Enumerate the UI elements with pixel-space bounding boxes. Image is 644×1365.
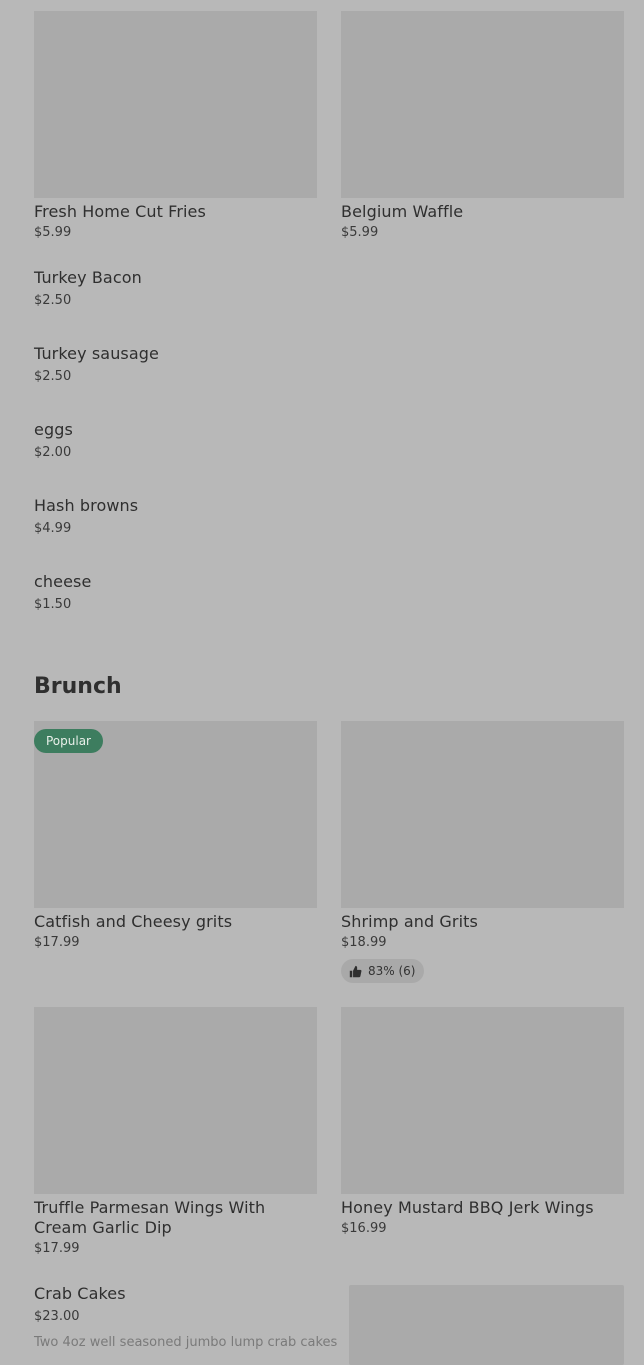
menu-item-name: Catfish and Cheesy grits: [34, 912, 233, 931]
menu-item-name: Turkey sausage: [34, 344, 159, 363]
menu-list-item[interactable]: Hash browns $4.99: [34, 496, 624, 537]
menu-item-card[interactable]: Fresh Home Cut Fries $5.99: [34, 11, 317, 241]
menu-item-name: Crab Cakes: [34, 1284, 126, 1303]
menu-list-item[interactable]: cheese $1.50: [34, 572, 624, 613]
menu-item-price: $17.99: [34, 1241, 80, 1256]
menu-item-image: [34, 1007, 317, 1194]
menu-item-card[interactable]: Shrimp and Grits $18.99 83% (6): [341, 721, 624, 983]
menu-item-price: $4.99: [34, 521, 72, 536]
menu-item-name: Turkey Bacon: [34, 268, 142, 287]
menu-item-name: Belgium Waffle: [341, 202, 464, 221]
menu-item-name: cheese: [34, 572, 92, 591]
menu-item-name: Hash browns: [34, 496, 139, 515]
menu-item-image: Popular: [34, 721, 317, 908]
menu-item-name: Truffle Parmesan Wings With Cream Garlic…: [34, 1198, 266, 1237]
menu-item-card[interactable]: Popular Catfish and Cheesy grits $17.99: [34, 721, 317, 951]
menu-list-item[interactable]: Turkey sausage $2.50: [34, 344, 624, 385]
thumbs-up-icon: [349, 965, 362, 977]
menu-item-name: eggs: [34, 420, 73, 439]
menu-item-image: [341, 1007, 624, 1194]
section-title-brunch: Brunch: [34, 674, 122, 699]
menu-item-price: $23.00: [34, 1309, 80, 1324]
menu-item-price: $5.99: [341, 225, 379, 240]
menu-item-image: [341, 11, 624, 198]
menu-list-item[interactable]: eggs $2.00: [34, 420, 624, 461]
menu-item-price: $1.50: [34, 597, 72, 612]
rating-text: 83% (6): [368, 964, 416, 978]
menu-item-card[interactable]: Belgium Waffle $5.99: [341, 11, 624, 241]
menu-item-card[interactable]: Honey Mustard BBQ Jerk Wings $16.99: [341, 1007, 624, 1237]
menu-item-name: Shrimp and Grits: [341, 912, 478, 931]
menu-item-card[interactable]: Truffle Parmesan Wings With Cream Garlic…: [34, 1007, 317, 1257]
menu-item-price: $2.50: [34, 293, 72, 308]
menu-item-name: Fresh Home Cut Fries: [34, 202, 206, 221]
menu-item-price: $17.99: [34, 935, 80, 950]
menu-item-price: $2.00: [34, 445, 72, 460]
menu-item-image: [34, 11, 317, 198]
menu-item-price: $16.99: [341, 1221, 387, 1236]
menu-item-name: Honey Mustard BBQ Jerk Wings: [341, 1198, 594, 1217]
menu-page: Fresh Home Cut Fries $5.99 Belgium Waffl…: [0, 0, 644, 1365]
menu-item-image[interactable]: [349, 1285, 624, 1365]
menu-list-item[interactable]: Turkey Bacon $2.50: [34, 268, 624, 309]
menu-item-price: $2.50: [34, 369, 72, 384]
menu-item-price: $18.99: [341, 935, 387, 950]
popular-badge: Popular: [34, 729, 103, 753]
menu-item-price: $5.99: [34, 225, 72, 240]
menu-list-item[interactable]: Crab Cakes $23.00 Two 4oz well seasoned …: [34, 1284, 344, 1350]
menu-item-image: [341, 721, 624, 908]
rating-badge: 83% (6): [341, 959, 425, 983]
